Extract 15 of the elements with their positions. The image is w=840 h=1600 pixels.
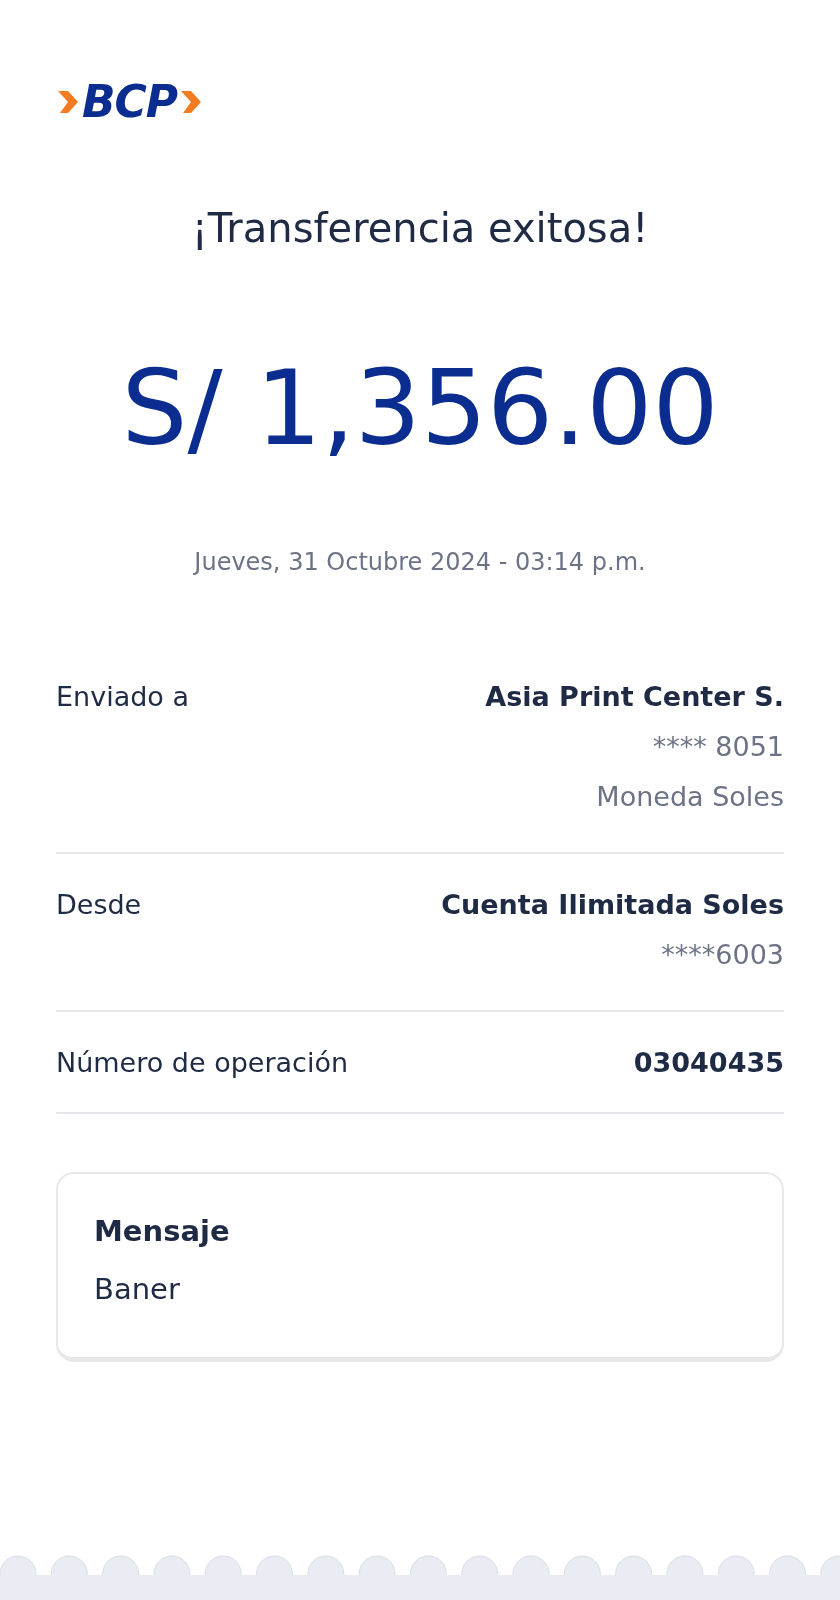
message-title: Mensaje (94, 1213, 231, 1250)
detail-value: Asia Print Center S. (485, 680, 784, 714)
detail-value: **** 8051 (652, 730, 784, 764)
bcp-logo: BCP (56, 80, 203, 124)
detail-value: Cuenta Ilimitada Soles (441, 888, 784, 922)
detail-value: ****6003 (661, 938, 784, 972)
page-title: ¡Transferencia exitosa! (190, 204, 650, 253)
transfer-date: Jueves, 31 Octubre 2024 - 03:14 p.m. (192, 547, 647, 578)
detail-value: Moneda Soles (596, 780, 784, 814)
message-text: Baner (94, 1270, 181, 1308)
detail-value: 03040435 (633, 1046, 784, 1080)
detail-label: Desde (56, 888, 142, 922)
transfer-amount: S/ 1,356.00 (120, 356, 720, 460)
detail-label: Enviado a (56, 680, 189, 714)
detail-label: Número de operación (56, 1046, 349, 1080)
